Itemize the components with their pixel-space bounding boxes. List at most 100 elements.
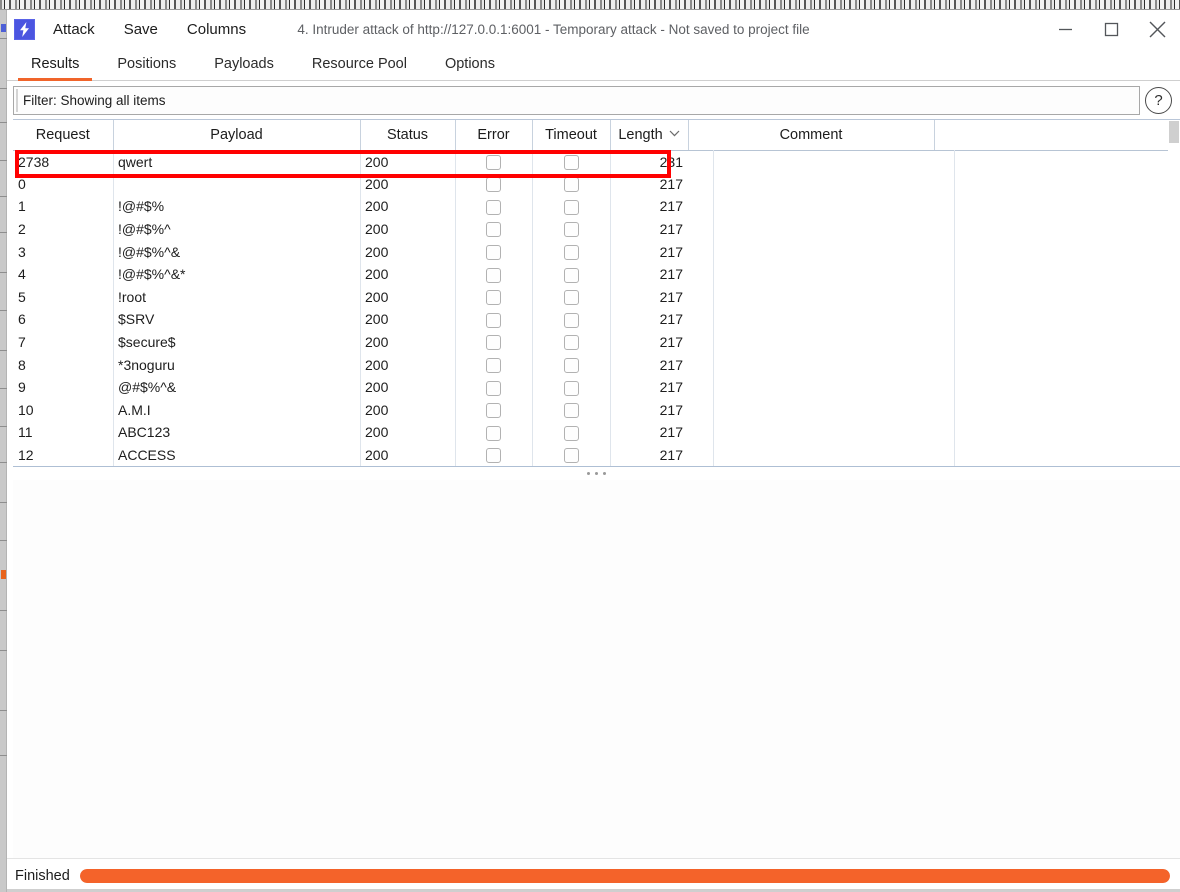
checkbox-icon[interactable] bbox=[486, 335, 501, 351]
checkbox-icon[interactable] bbox=[563, 177, 579, 193]
cell-error[interactable] bbox=[455, 376, 532, 399]
cell-error[interactable] bbox=[455, 150, 532, 173]
cell-error[interactable] bbox=[455, 173, 532, 196]
checkbox-icon[interactable] bbox=[486, 380, 501, 396]
menu-attack[interactable]: Attack bbox=[42, 17, 106, 42]
table-row[interactable]: 5 !root 200 217 bbox=[13, 286, 1180, 309]
checkbox-icon[interactable] bbox=[563, 358, 579, 374]
table-row[interactable]: 2738 qwert 200 231 bbox=[13, 150, 1180, 173]
cell-status: 200 bbox=[365, 266, 389, 283]
table-row[interactable]: 4 !@#$%^&* 200 217 bbox=[13, 263, 1180, 286]
cell-timeout[interactable] bbox=[532, 150, 610, 173]
checkbox-icon[interactable] bbox=[486, 245, 501, 261]
checkbox-icon[interactable] bbox=[486, 199, 501, 215]
cell-timeout[interactable] bbox=[532, 173, 610, 196]
cell-timeout[interactable] bbox=[532, 331, 610, 354]
cell-error[interactable] bbox=[455, 399, 532, 422]
tab-options[interactable]: Options bbox=[426, 48, 514, 80]
column-header-spare[interactable] bbox=[934, 120, 1180, 151]
cell-timeout[interactable] bbox=[532, 444, 610, 466]
cell-spare bbox=[934, 263, 1180, 286]
cell-error[interactable] bbox=[455, 195, 532, 218]
checkbox-icon[interactable] bbox=[486, 403, 501, 419]
tab-resource-pool[interactable]: Resource Pool bbox=[293, 48, 426, 80]
checkbox-icon[interactable] bbox=[486, 312, 501, 328]
cell-error[interactable] bbox=[455, 331, 532, 354]
results-table-region: Request Payload Status Error Timeout Len… bbox=[13, 119, 1180, 467]
cell-spare bbox=[934, 218, 1180, 241]
menu-columns[interactable]: Columns bbox=[176, 17, 257, 42]
checkbox-icon[interactable] bbox=[486, 267, 501, 283]
cell-timeout[interactable] bbox=[532, 240, 610, 263]
cell-error[interactable] bbox=[455, 353, 532, 376]
cell-error[interactable] bbox=[455, 263, 532, 286]
maximize-icon[interactable] bbox=[1088, 10, 1134, 48]
results-table-scrollbar[interactable] bbox=[1168, 120, 1180, 466]
checkbox-icon[interactable] bbox=[563, 154, 579, 170]
column-header-request[interactable]: Request bbox=[13, 120, 114, 151]
checkbox-icon[interactable] bbox=[486, 290, 501, 306]
cell-error[interactable] bbox=[455, 444, 532, 466]
tab-results[interactable]: Results bbox=[12, 48, 98, 81]
table-row[interactable]: 7 $secure$ 200 217 bbox=[13, 331, 1180, 354]
minimize-icon[interactable] bbox=[1042, 10, 1088, 48]
table-row[interactable]: 2 !@#$%^ 200 217 bbox=[13, 218, 1180, 241]
question-mark-icon[interactable]: ? bbox=[1145, 86, 1172, 114]
column-header-error[interactable]: Error bbox=[455, 120, 533, 151]
cell-request: 2 bbox=[18, 221, 26, 238]
cell-timeout[interactable] bbox=[532, 195, 610, 218]
checkbox-icon[interactable] bbox=[563, 380, 579, 396]
checkbox-icon[interactable] bbox=[486, 222, 501, 238]
table-row[interactable]: 8 *3noguru 200 217 bbox=[13, 353, 1180, 376]
checkbox-icon[interactable] bbox=[563, 245, 579, 261]
drag-dots-icon[interactable] bbox=[13, 467, 1180, 480]
checkbox-icon[interactable] bbox=[486, 358, 501, 374]
burp-lightning-icon bbox=[14, 18, 35, 40]
cell-timeout[interactable] bbox=[532, 421, 610, 444]
tab-payloads[interactable]: Payloads bbox=[195, 48, 293, 80]
checkbox-icon[interactable] bbox=[486, 177, 501, 193]
checkbox-icon[interactable] bbox=[486, 448, 501, 464]
checkbox-icon[interactable] bbox=[563, 403, 579, 419]
table-row[interactable]: 11 ABC123 200 217 bbox=[13, 421, 1180, 444]
checkbox-icon[interactable] bbox=[563, 199, 579, 215]
column-header-comment[interactable]: Comment bbox=[688, 120, 935, 151]
cell-error[interactable] bbox=[455, 286, 532, 309]
cell-timeout[interactable] bbox=[532, 308, 610, 331]
checkbox-icon[interactable] bbox=[563, 222, 579, 238]
cell-timeout[interactable] bbox=[532, 286, 610, 309]
column-header-length[interactable]: Length bbox=[610, 120, 689, 151]
tab-positions[interactable]: Positions bbox=[98, 48, 195, 80]
column-header-status[interactable]: Status bbox=[360, 120, 456, 151]
checkbox-icon[interactable] bbox=[563, 448, 579, 464]
cell-error[interactable] bbox=[455, 218, 532, 241]
checkbox-icon[interactable] bbox=[563, 312, 579, 328]
table-row[interactable]: 12 ACCESS 200 217 bbox=[13, 444, 1180, 466]
cell-timeout[interactable] bbox=[532, 376, 610, 399]
cell-timeout[interactable] bbox=[532, 218, 610, 241]
table-row[interactable]: 10 A.M.I 200 217 bbox=[13, 399, 1180, 422]
scrollbar-thumb[interactable] bbox=[1169, 121, 1179, 143]
checkbox-icon[interactable] bbox=[563, 335, 579, 351]
checkbox-icon[interactable] bbox=[486, 154, 501, 170]
cell-error[interactable] bbox=[455, 421, 532, 444]
checkbox-icon[interactable] bbox=[486, 425, 501, 441]
cell-timeout[interactable] bbox=[532, 263, 610, 286]
table-row[interactable]: 3 !@#$%^& 200 217 bbox=[13, 240, 1180, 263]
cell-error[interactable] bbox=[455, 308, 532, 331]
filter-input[interactable]: Filter: Showing all items bbox=[13, 85, 1140, 115]
menu-save[interactable]: Save bbox=[113, 17, 169, 42]
cell-timeout[interactable] bbox=[532, 353, 610, 376]
table-row[interactable]: 1 !@#$% 200 217 bbox=[13, 195, 1180, 218]
checkbox-icon[interactable] bbox=[563, 267, 579, 283]
table-row[interactable]: 9 @#$%^& 200 217 bbox=[13, 376, 1180, 399]
checkbox-icon[interactable] bbox=[563, 290, 579, 306]
checkbox-icon[interactable] bbox=[563, 425, 579, 441]
close-icon[interactable] bbox=[1134, 10, 1180, 48]
cell-timeout[interactable] bbox=[532, 399, 610, 422]
table-row[interactable]: 6 $SRV 200 217 bbox=[13, 308, 1180, 331]
table-row[interactable]: 0 200 217 bbox=[13, 173, 1180, 196]
column-header-payload[interactable]: Payload bbox=[113, 120, 361, 151]
column-header-timeout[interactable]: Timeout bbox=[532, 120, 611, 151]
cell-error[interactable] bbox=[455, 240, 532, 263]
